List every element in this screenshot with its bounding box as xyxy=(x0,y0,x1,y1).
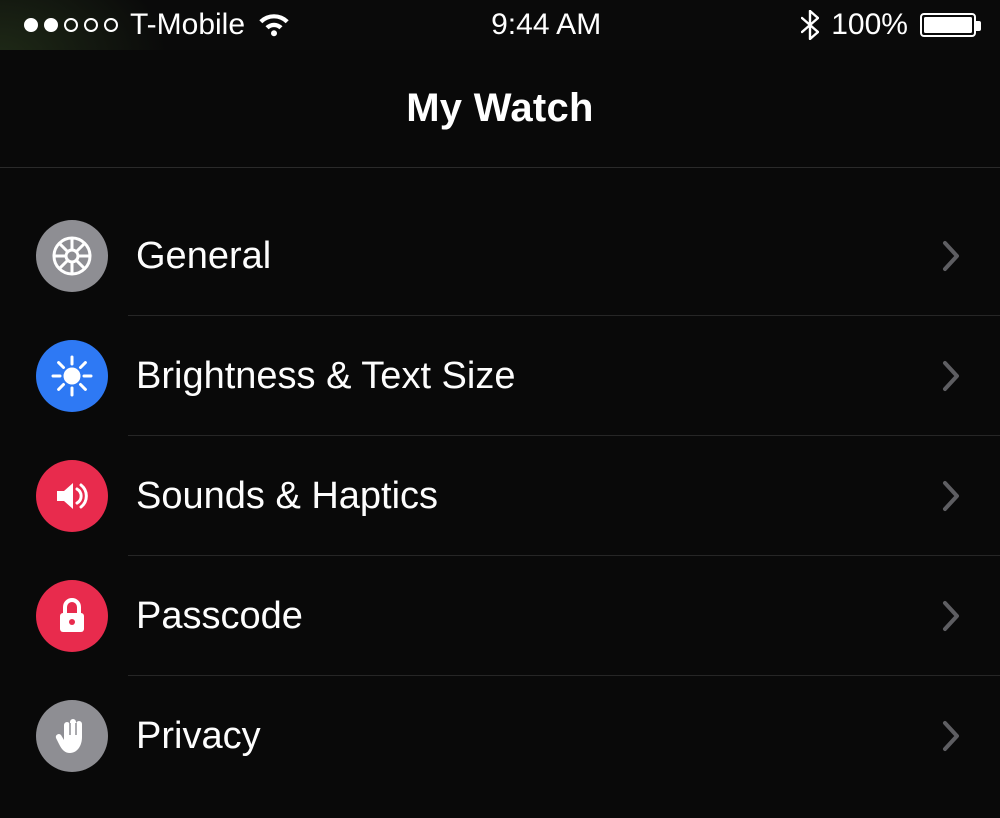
signal-dots xyxy=(24,18,118,32)
settings-row-sounds[interactable]: Sounds & Haptics xyxy=(0,436,1000,556)
gear-icon xyxy=(36,220,108,292)
carrier-label: T-Mobile xyxy=(130,8,245,42)
settings-row-label: General xyxy=(136,235,942,278)
chevron-right-icon xyxy=(942,480,964,512)
settings-row-label: Brightness & Text Size xyxy=(136,355,942,398)
status-right: 100% xyxy=(789,8,976,42)
page-title: My Watch xyxy=(406,86,594,131)
chevron-right-icon xyxy=(942,360,964,392)
chevron-right-icon xyxy=(942,720,964,752)
settings-list: General Brightness & Text Size xyxy=(0,196,1000,796)
settings-row-label: Passcode xyxy=(136,595,942,638)
battery-icon xyxy=(920,13,976,37)
status-bar: T-Mobile 9:44 AM 100% xyxy=(0,0,1000,50)
status-time: 9:44 AM xyxy=(491,8,601,42)
lock-icon xyxy=(36,580,108,652)
bluetooth-icon xyxy=(801,10,819,40)
settings-row-label: Privacy xyxy=(136,715,942,758)
settings-row-label: Sounds & Haptics xyxy=(136,475,942,518)
hand-icon xyxy=(36,700,108,772)
nav-bar: My Watch xyxy=(0,50,1000,168)
brightness-icon xyxy=(36,340,108,412)
settings-row-general[interactable]: General xyxy=(0,196,1000,316)
settings-row-passcode[interactable]: Passcode xyxy=(0,556,1000,676)
status-left: T-Mobile xyxy=(24,8,303,42)
battery-percent: 100% xyxy=(831,8,908,42)
wifi-icon xyxy=(257,12,291,38)
chevron-right-icon xyxy=(942,600,964,632)
settings-row-brightness[interactable]: Brightness & Text Size xyxy=(0,316,1000,436)
settings-row-privacy[interactable]: Privacy xyxy=(0,676,1000,796)
chevron-right-icon xyxy=(942,240,964,272)
speaker-icon xyxy=(36,460,108,532)
